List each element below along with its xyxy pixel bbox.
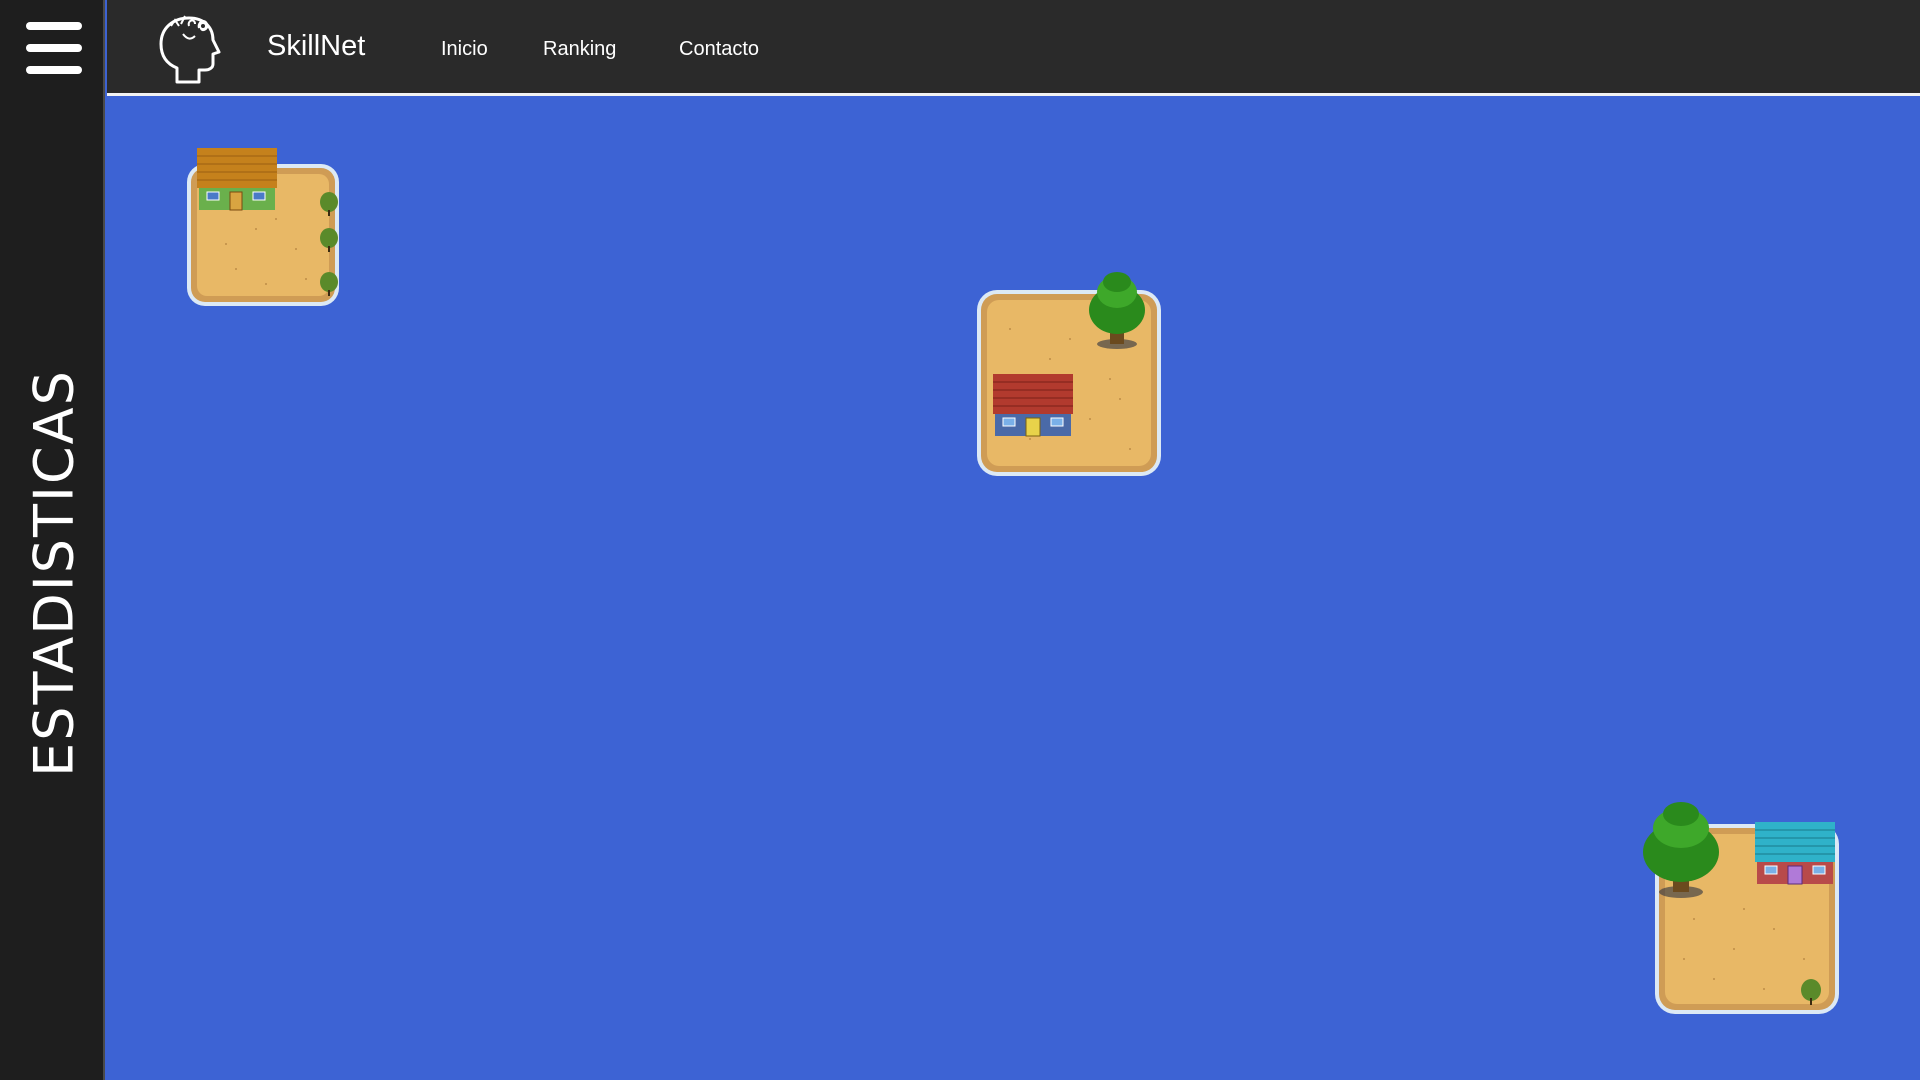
- island-1[interactable]: [185, 148, 345, 308]
- house-icon: [197, 148, 277, 211]
- brand-name[interactable]: SkillNet: [267, 30, 365, 63]
- sidebar: ESTADISTICAS: [0, 0, 105, 1080]
- stats-label: ESTADISTICAS: [22, 368, 86, 777]
- bush-icon: [320, 192, 338, 296]
- island-2[interactable]: [969, 268, 1169, 478]
- house-icon: [993, 374, 1073, 437]
- nav-ranking[interactable]: Ranking: [543, 38, 616, 61]
- house-icon: [1755, 822, 1835, 885]
- top-header: SkillNet Inicio Ranking Contacto: [107, 0, 1920, 96]
- stats-tab[interactable]: ESTADISTICAS: [23, 369, 86, 777]
- hamburger-menu-icon[interactable]: [26, 22, 82, 78]
- brain-head-logo-icon[interactable]: [155, 12, 223, 86]
- island-3[interactable]: [1643, 798, 1843, 1018]
- game-map[interactable]: [107, 96, 1920, 1080]
- nav-contacto[interactable]: Contacto: [679, 38, 759, 61]
- nav-inicio[interactable]: Inicio: [441, 38, 488, 61]
